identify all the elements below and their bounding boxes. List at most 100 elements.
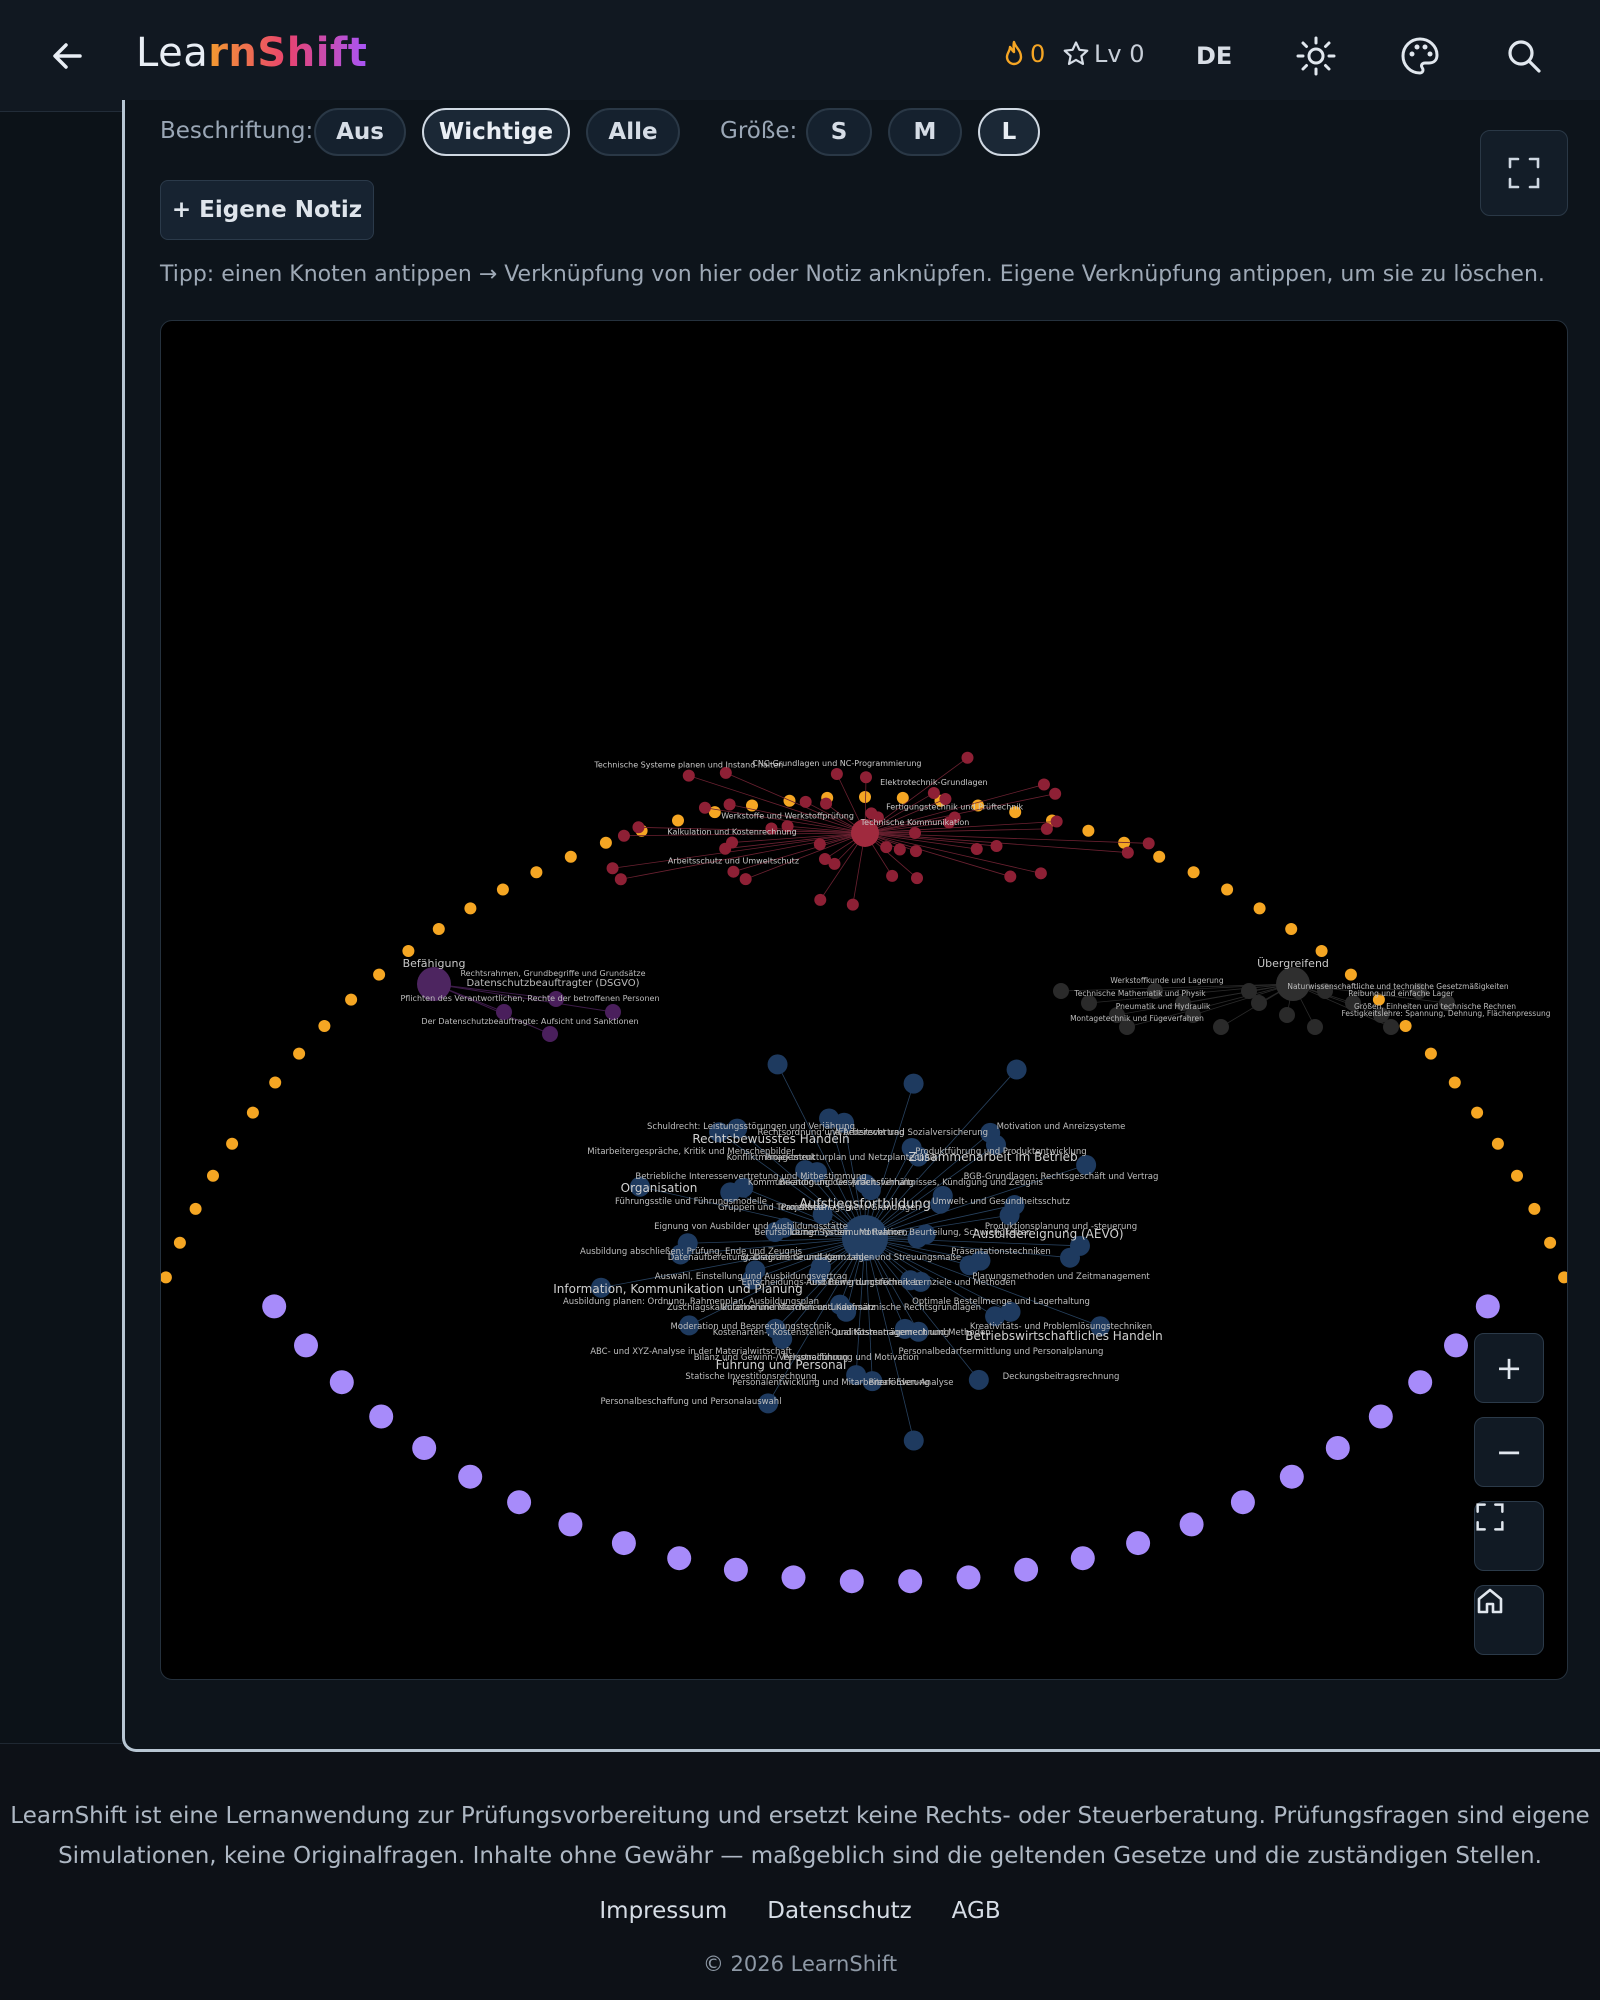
- red-edge[interactable]: [688, 775, 866, 834]
- red-topic-node[interactable]: [1142, 837, 1155, 850]
- orange-ring-node[interactable]: [246, 1106, 259, 1119]
- theme-toggle[interactable]: [1294, 34, 1338, 78]
- orange-ring-node[interactable]: [1424, 1047, 1437, 1060]
- red-topic-node[interactable]: [727, 865, 740, 878]
- purple-ring-node[interactable]: [839, 1569, 864, 1594]
- orange-ring-node[interactable]: [1558, 1271, 1568, 1284]
- red-topic-node[interactable]: [799, 795, 812, 808]
- orange-ring-node[interactable]: [672, 814, 684, 827]
- red-topic-node[interactable]: [911, 872, 924, 885]
- zoom-in-button[interactable]: +: [1474, 1333, 1544, 1403]
- brand-logo[interactable]: LearnShift: [136, 30, 367, 76]
- knowledge-graph[interactable]: Technische Kommunikation Fertigungstechni…: [160, 320, 1568, 1680]
- blue-topic-node[interactable]: [767, 1054, 788, 1075]
- red-topic-node[interactable]: [698, 801, 711, 814]
- purple-ring-node[interactable]: [329, 1370, 354, 1395]
- labels-option-aus[interactable]: Aus: [314, 108, 406, 156]
- purple-ring-node[interactable]: [1368, 1404, 1393, 1429]
- level-indicator[interactable]: Lv 0: [1062, 40, 1144, 68]
- orange-ring-node[interactable]: [1544, 1236, 1557, 1249]
- orange-ring-node[interactable]: [1511, 1169, 1523, 1182]
- orange-ring-node[interactable]: [1253, 902, 1266, 915]
- purple-ring-node[interactable]: [294, 1333, 318, 1358]
- fullscreen-button[interactable]: [1480, 130, 1568, 216]
- red-topic-node[interactable]: [726, 836, 739, 849]
- purple-ring-node[interactable]: [611, 1531, 636, 1556]
- orange-ring-node[interactable]: [432, 923, 445, 935]
- orange-ring-node[interactable]: [345, 993, 358, 1006]
- orange-ring-node[interactable]: [402, 945, 415, 957]
- orange-ring-node[interactable]: [1082, 824, 1095, 837]
- orange-ring-node[interactable]: [373, 968, 386, 981]
- blue-topic-node[interactable]: [903, 1430, 924, 1451]
- orange-ring-node[interactable]: [293, 1047, 306, 1060]
- red-topic-node[interactable]: [1037, 778, 1050, 791]
- red-topic-node[interactable]: [606, 862, 619, 875]
- red-topic-node[interactable]: [614, 873, 627, 886]
- red-topic-node[interactable]: [1040, 822, 1053, 835]
- purple-ring-node[interactable]: [558, 1512, 583, 1537]
- zoom-out-button[interactable]: −: [1474, 1417, 1544, 1487]
- purple-ring-node[interactable]: [262, 1294, 287, 1319]
- purple-ring-node[interactable]: [369, 1404, 394, 1429]
- orange-ring-node[interactable]: [564, 850, 577, 863]
- orange-ring-node[interactable]: [1471, 1106, 1484, 1119]
- search-button[interactable]: [1502, 34, 1546, 78]
- red-topic-node[interactable]: [846, 898, 859, 911]
- orange-ring-node[interactable]: [599, 836, 612, 849]
- orange-ring-node[interactable]: [496, 883, 509, 896]
- orange-ring-node[interactable]: [464, 902, 477, 915]
- streak-counter[interactable]: 0: [1002, 40, 1045, 68]
- red-topic-node[interactable]: [682, 769, 695, 782]
- purple-ring-node[interactable]: [1325, 1436, 1350, 1460]
- purple-ring-node[interactable]: [1014, 1557, 1039, 1582]
- red-topic-node[interactable]: [893, 843, 906, 856]
- back-button[interactable]: [46, 34, 90, 78]
- orange-ring-node[interactable]: [161, 1271, 172, 1284]
- red-edge[interactable]: [864, 832, 1041, 874]
- blue-topic-node[interactable]: [903, 1073, 924, 1094]
- red-topic-node[interactable]: [818, 853, 831, 866]
- red-topic-node[interactable]: [723, 798, 736, 811]
- red-edge[interactable]: [864, 832, 1011, 877]
- red-topic-node[interactable]: [739, 873, 752, 886]
- add-note-button[interactable]: + Eigene Notiz: [160, 180, 374, 240]
- red-topic-node[interactable]: [813, 838, 826, 851]
- graph-canvas[interactable]: Technische Kommunikation Fertigungstechni…: [161, 321, 1568, 1680]
- red-edge[interactable]: [864, 832, 1149, 844]
- footer-link-datenschutz[interactable]: Datenschutz: [767, 1898, 911, 1924]
- purple-ring-node[interactable]: [1230, 1490, 1255, 1515]
- gray-topic-node[interactable]: [1053, 983, 1069, 999]
- red-topic-node[interactable]: [909, 845, 922, 858]
- orange-ring-node[interactable]: [859, 791, 871, 803]
- orange-ring-node[interactable]: [173, 1236, 186, 1249]
- gray-topic-node[interactable]: [1383, 1019, 1399, 1035]
- orange-ring-node[interactable]: [1399, 1020, 1412, 1032]
- red-edge[interactable]: [733, 832, 866, 873]
- gray-topic-node[interactable]: [1213, 1019, 1229, 1035]
- red-topic-node[interactable]: [909, 827, 921, 839]
- purple-ring-node[interactable]: [507, 1490, 532, 1515]
- orange-ring-node[interactable]: [1285, 923, 1298, 935]
- fit-view-button[interactable]: [1474, 1501, 1544, 1571]
- gray-topic-node[interactable]: [1251, 995, 1267, 1011]
- red-topic-node[interactable]: [830, 767, 843, 780]
- palette-button[interactable]: [1398, 34, 1442, 78]
- red-topic-node[interactable]: [880, 841, 893, 854]
- red-topic-node[interactable]: [1121, 846, 1134, 859]
- purple-ring-node[interactable]: [1070, 1546, 1095, 1571]
- red-topic-node[interactable]: [886, 869, 899, 882]
- purple-ring-node[interactable]: [956, 1565, 981, 1590]
- footer-link-impressum[interactable]: Impressum: [599, 1898, 727, 1924]
- size-option-s[interactable]: S: [806, 108, 872, 156]
- purple-ring-node[interactable]: [1475, 1294, 1500, 1319]
- labels-option-wichtige[interactable]: Wichtige: [422, 108, 570, 156]
- gray-topic-node[interactable]: [1307, 1019, 1323, 1035]
- red-topic-node[interactable]: [1034, 867, 1047, 880]
- purple-ring-node[interactable]: [1179, 1512, 1204, 1537]
- red-topic-node[interactable]: [970, 842, 983, 855]
- purple-ring-node[interactable]: [1408, 1370, 1433, 1395]
- orange-ring-node[interactable]: [318, 1020, 331, 1032]
- reset-view-button[interactable]: [1474, 1585, 1544, 1655]
- red-topic-node[interactable]: [617, 829, 630, 842]
